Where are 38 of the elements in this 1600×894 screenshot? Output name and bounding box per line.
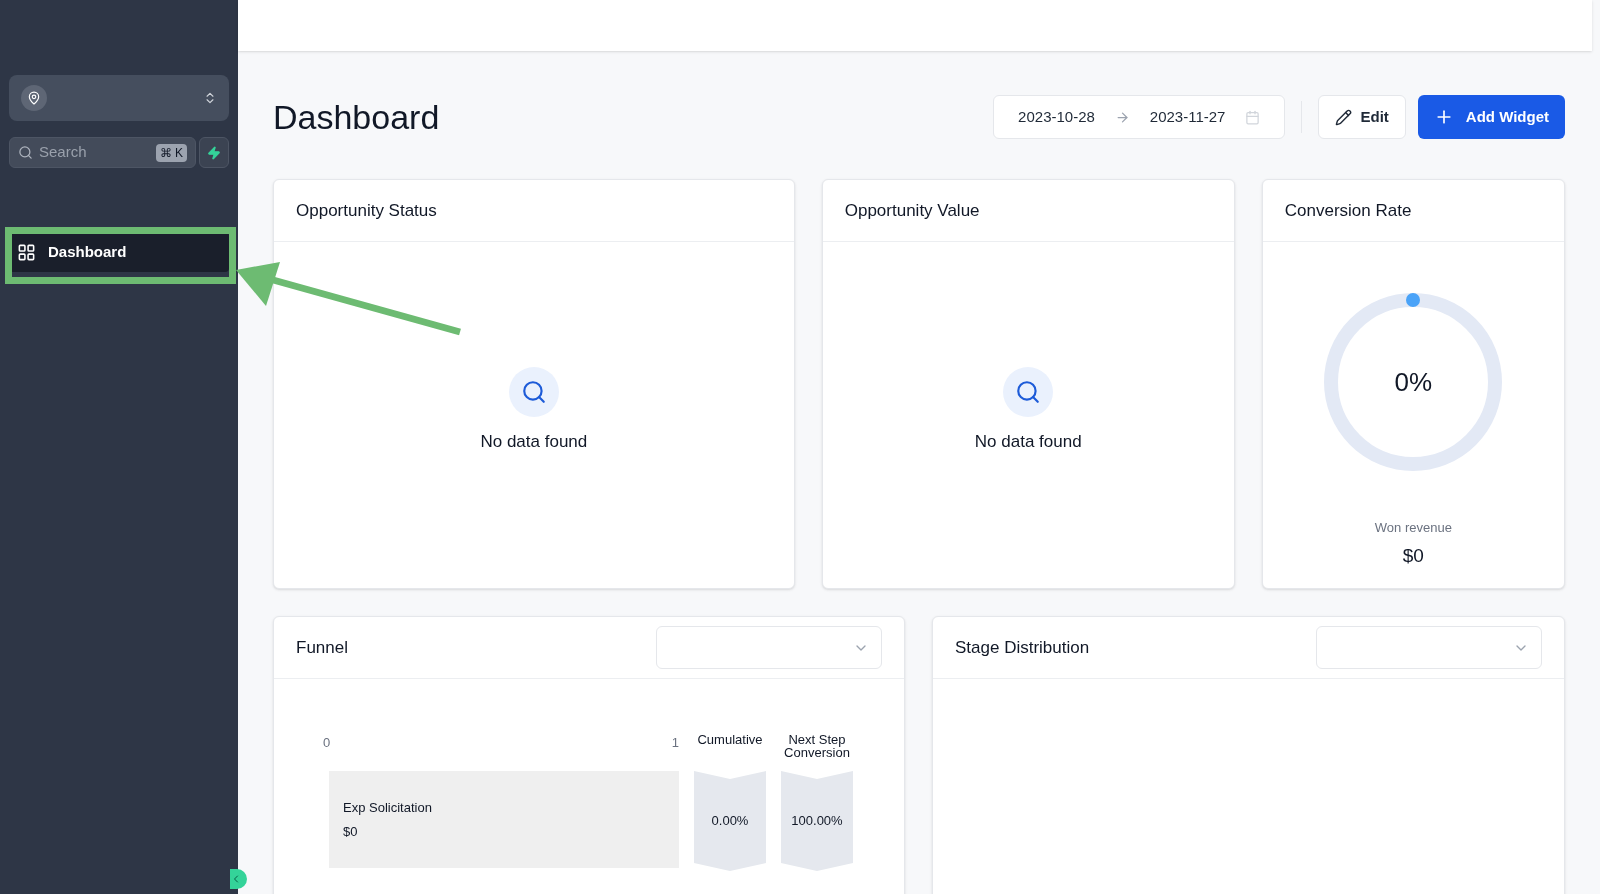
edit-button[interactable]: Edit (1318, 95, 1406, 139)
add-widget-button[interactable]: Add Widget (1417, 95, 1565, 139)
location-pin-icon (21, 85, 47, 111)
lightning-icon (207, 145, 221, 160)
nav-item[interactable]: Dashboard (9, 232, 229, 272)
empty-message: No data found (480, 431, 588, 454)
widget-title: Opportunity Value (844, 199, 980, 222)
shortcut-key: ⌘ K (155, 143, 187, 162)
page-title: Dashboard (273, 96, 440, 138)
widget-title: Stage Distribution (955, 636, 1090, 659)
collapse-handle[interactable] (230, 869, 247, 889)
widget-title: Opportunity Status (296, 199, 437, 222)
stage-amount: $0 (343, 822, 359, 841)
widget-title: Funnel (296, 636, 348, 659)
search-field[interactable]: Search ⌘ K (9, 137, 196, 168)
stage-name: Exp Solicitation (343, 799, 433, 817)
grid-icon (17, 242, 36, 262)
quick-action-button[interactable] (199, 137, 229, 168)
funnel-dropdown[interactable] (656, 626, 882, 669)
axis-tick: 1 (671, 734, 679, 752)
column-header: Next Step Conversion (784, 733, 850, 762)
calendar-icon (1245, 109, 1261, 125)
stage-dropdown[interactable] (1316, 626, 1542, 669)
arrow-right-icon (1114, 109, 1130, 125)
column-header: Cumulative (697, 733, 763, 749)
search-icon (18, 145, 33, 160)
search-input[interactable]: Search (39, 141, 150, 164)
axis-tick: 0 (323, 734, 331, 752)
won-revenue-amount: $0 (1402, 543, 1424, 568)
widget-title: Conversion Rate (1284, 199, 1412, 222)
workspace-switcher[interactable] (9, 75, 229, 121)
empty-message: No data found (974, 431, 1082, 454)
ring-value: 0% (1394, 365, 1433, 399)
percentage-chevron: 100.00% (781, 771, 853, 871)
won-revenue-label: Won revenue (1374, 519, 1452, 537)
date-range-picker[interactable]: 2023-10-28 2023-11-27 (993, 95, 1286, 139)
percentage-chevron: 0.00% (694, 771, 766, 871)
pencil-icon (1335, 108, 1353, 126)
